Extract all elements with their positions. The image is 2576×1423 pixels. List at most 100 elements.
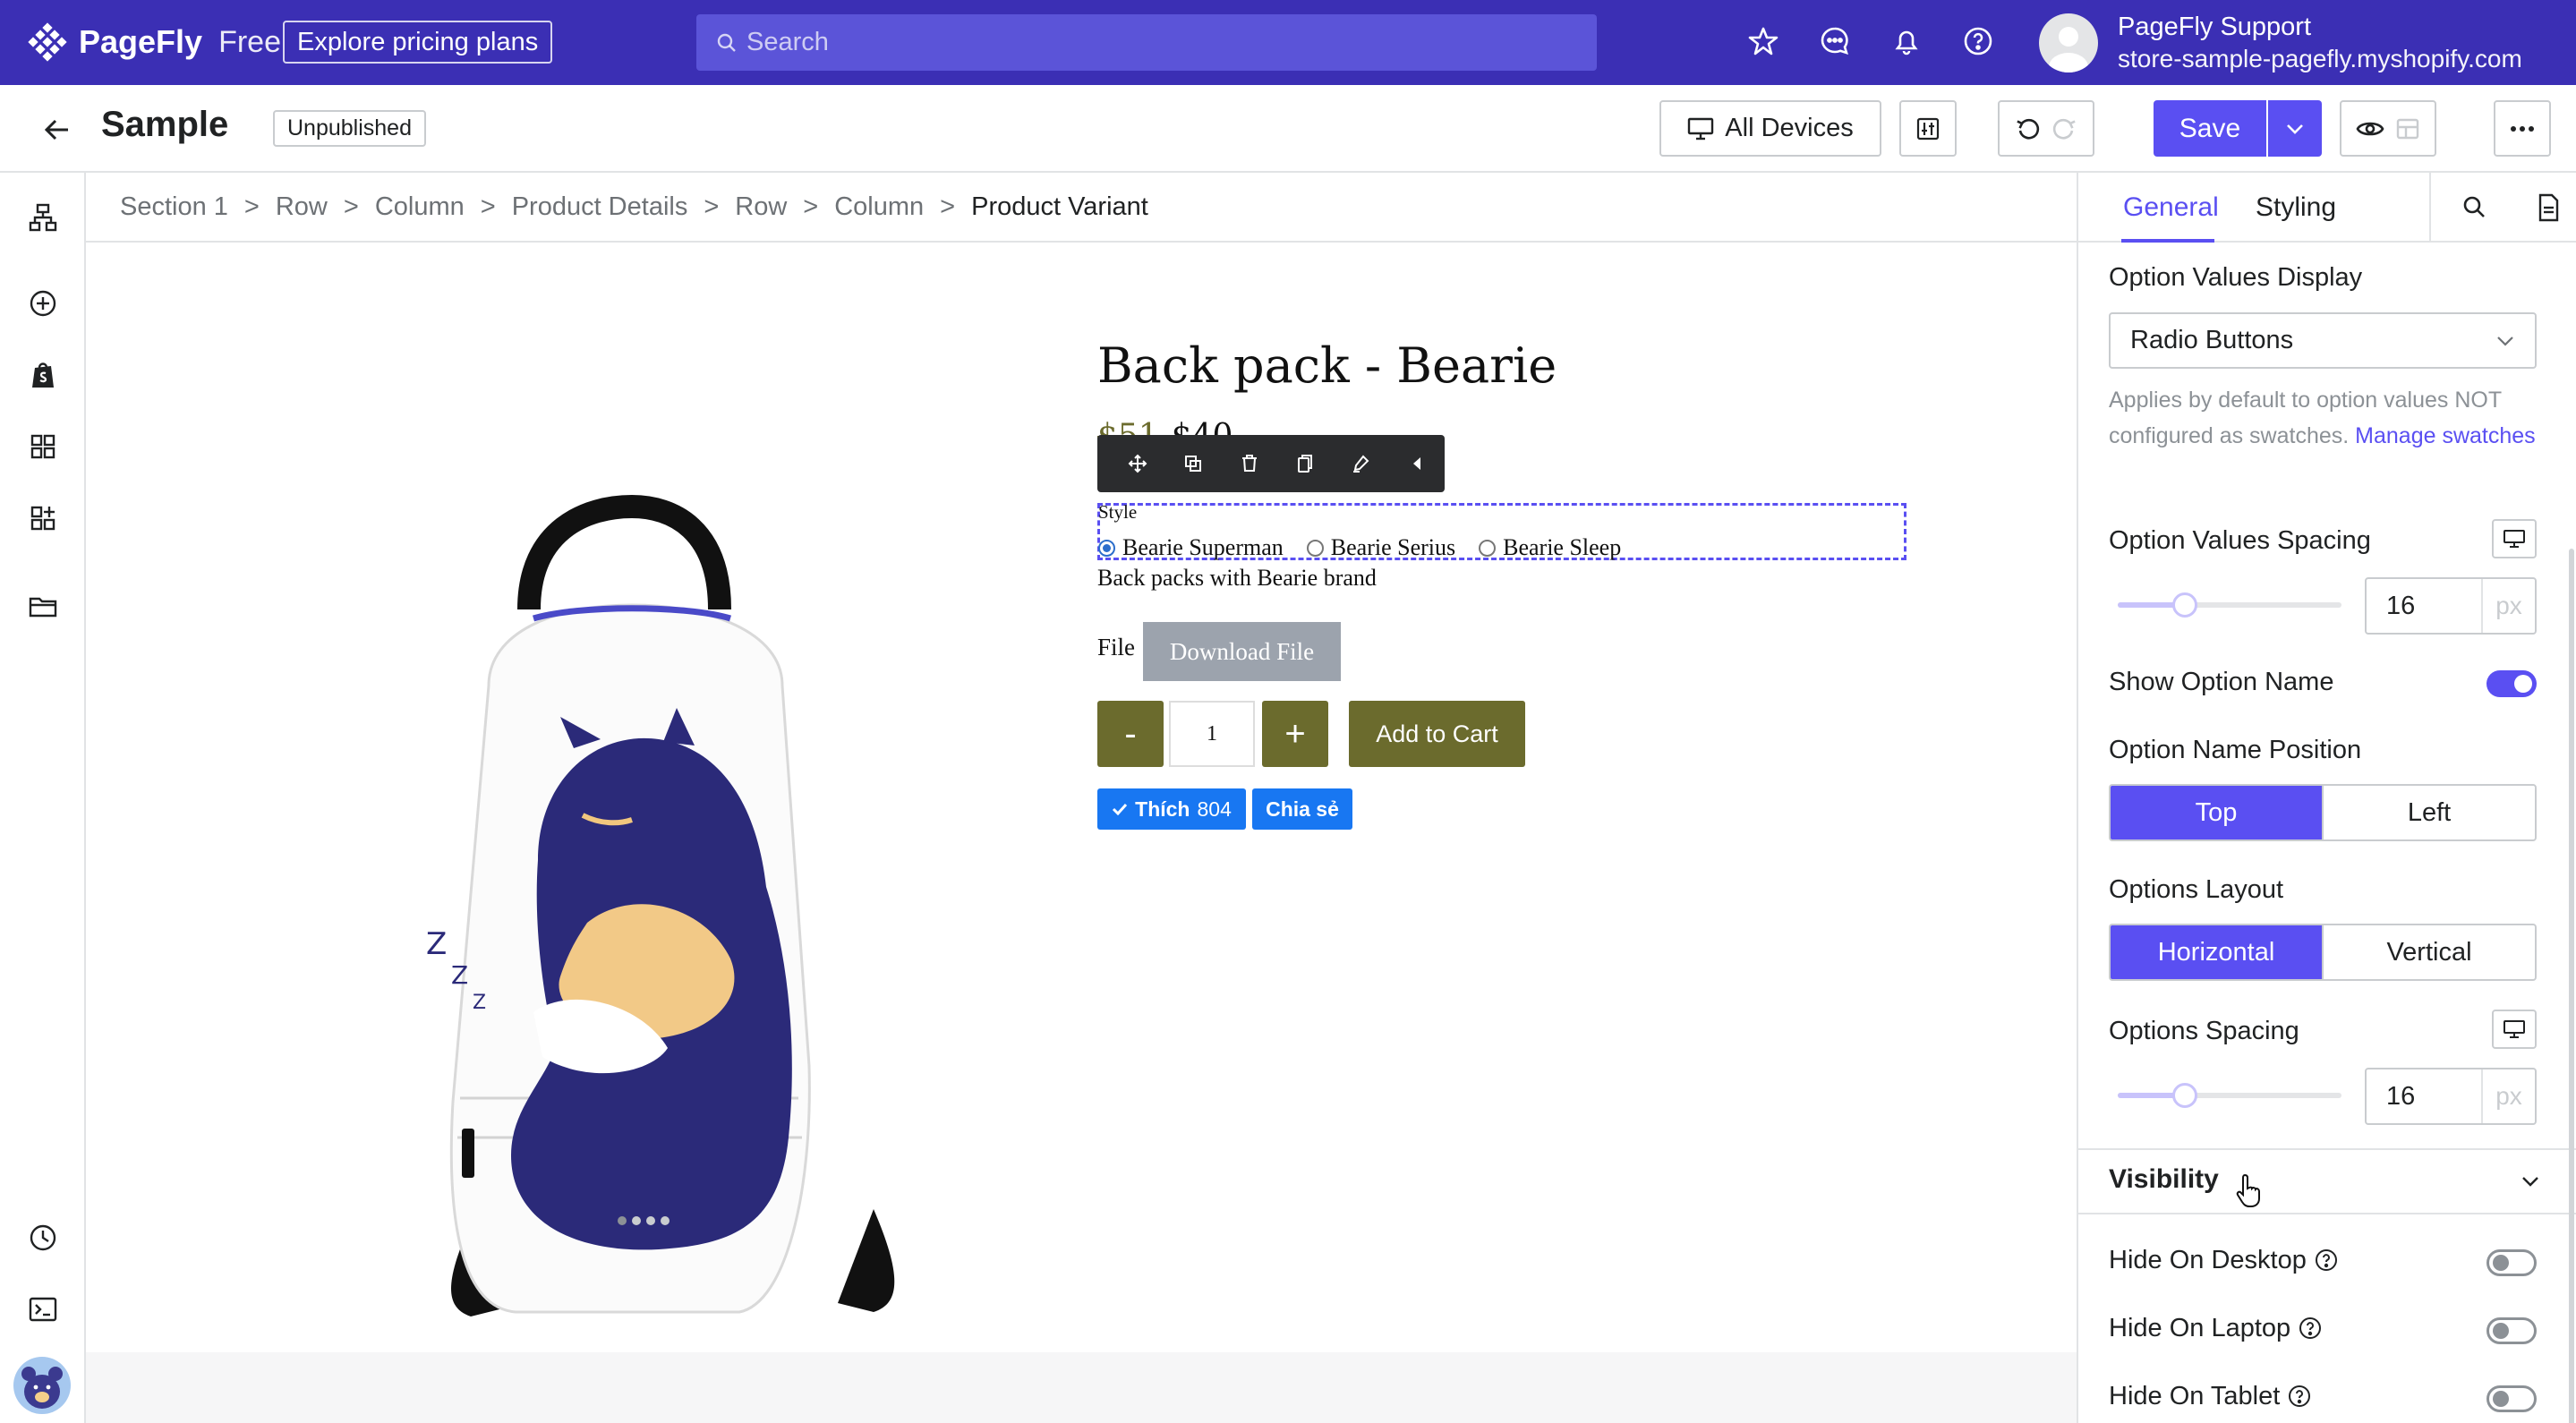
star-icon[interactable] (1745, 23, 1781, 59)
responsive-device-toggle[interactable] (2492, 1010, 2537, 1049)
help-icon[interactable] (2287, 1384, 2312, 1409)
facebook-share-button[interactable]: Chia sẻ (1252, 788, 1352, 830)
variant-radio[interactable]: Bearie Sleep (1479, 534, 1621, 561)
file-label: File (1097, 634, 1136, 660)
tab-general[interactable]: General (2123, 192, 2219, 223)
svg-text:Z: Z (473, 992, 486, 1014)
duplicate-icon[interactable] (1165, 435, 1221, 492)
unit-label: px (2481, 579, 2535, 633)
options-spacing-slider[interactable] (2118, 1083, 2341, 1108)
save-options-button[interactable] (2268, 100, 2322, 157)
layout-vertical-option[interactable]: Vertical (2322, 925, 2535, 979)
product-image[interactable]: Z Z Z (363, 422, 972, 1352)
product-title[interactable]: Back pack - Bearie (1097, 337, 1557, 394)
history-icon[interactable] (27, 1222, 59, 1254)
visibility-section-header[interactable]: Visibility (2109, 1164, 2219, 1195)
panel-scrollbar[interactable] (2569, 549, 2574, 1423)
templates-grid-icon[interactable] (27, 430, 59, 463)
eye-icon[interactable] (2356, 118, 2384, 140)
device-selector[interactable]: All Devices (1659, 100, 1881, 157)
bell-icon[interactable] (1889, 23, 1924, 59)
breadcrumb-item[interactable]: Row (270, 192, 333, 222)
breadcrumb-item[interactable]: Product Details (507, 192, 694, 222)
breadcrumb: Section 1 > Row > Column > Product Details >… (86, 173, 2077, 243)
position-top-option[interactable]: Top (2111, 786, 2322, 839)
breadcrumb-item[interactable]: Column (829, 192, 929, 222)
bear-avatar[interactable] (13, 1356, 72, 1415)
breadcrumb-separator: > (343, 192, 359, 221)
facebook-like-button[interactable]: Thích 804 (1097, 788, 1246, 830)
svg-text:Z: Z (426, 926, 447, 962)
svg-text:Z: Z (451, 960, 468, 990)
options-layout-segmented: Horizontal Vertical (2109, 924, 2537, 981)
product-description[interactable]: Back packs with Bearie brand (1097, 565, 1377, 592)
show-option-name-label: Show Option Name (2109, 668, 2334, 696)
more-options-button[interactable] (2494, 100, 2551, 157)
hide-on-desktop-toggle[interactable] (2486, 1249, 2537, 1276)
variant-radio[interactable]: Bearie Superman (1098, 534, 1284, 561)
publish-icon[interactable] (2395, 116, 2420, 141)
redo-icon[interactable] (2051, 115, 2078, 142)
position-left-option[interactable]: Left (2322, 786, 2535, 839)
slider-handle[interactable] (2172, 1083, 2197, 1108)
add-to-cart-button[interactable]: Add to Cart (1349, 701, 1525, 767)
user-avatar (2039, 13, 2098, 72)
quantity-decrease-button[interactable]: - (1097, 701, 1164, 767)
search-icon[interactable] (2458, 191, 2492, 225)
back-arrow-icon[interactable] (39, 112, 75, 148)
editor-canvas[interactable]: Z Z Z Back pack - Bearie $51$40 Style Be… (86, 243, 2077, 1423)
style-brush-icon[interactable] (1333, 435, 1388, 492)
status-badge: Unpublished (273, 110, 426, 147)
variant-radio[interactable]: Bearie Serius (1306, 534, 1455, 561)
breadcrumb-item[interactable]: Row (729, 192, 792, 222)
show-option-name-toggle[interactable] (2486, 670, 2537, 697)
help-icon[interactable] (2298, 1316, 2323, 1341)
copy-icon[interactable] (1277, 435, 1333, 492)
option-values-spacing-slider[interactable] (2118, 592, 2341, 618)
option-values-display-select[interactable]: Radio Buttons (2109, 312, 2537, 369)
option-values-spacing-input[interactable]: 16 px (2365, 577, 2537, 635)
responsive-device-toggle[interactable] (2492, 519, 2537, 558)
help-icon[interactable] (1960, 23, 1996, 59)
help-icon[interactable] (2314, 1248, 2339, 1273)
page-settings-button[interactable] (1899, 100, 1957, 157)
shopify-icon[interactable] (27, 359, 59, 391)
chevron-down-icon (2287, 124, 2303, 134)
hide-on-laptop-toggle[interactable] (2486, 1317, 2537, 1344)
delete-icon[interactable] (1222, 435, 1277, 492)
folder-icon[interactable] (27, 590, 59, 622)
variant-label: Bearie Sleep (1503, 534, 1622, 560)
collapse-left-icon[interactable] (1389, 435, 1445, 492)
quantity-increase-button[interactable]: + (1262, 701, 1328, 767)
chevron-down-icon[interactable] (2517, 1168, 2544, 1195)
explore-pricing-button[interactable]: Explore pricing plans (283, 21, 553, 64)
manage-swatches-link[interactable]: Manage swatches (2355, 423, 2536, 448)
user-menu[interactable]: PageFly Support store-sample-pagefly.mys… (2039, 11, 2522, 74)
breadcrumb-separator: > (803, 192, 819, 221)
layers-tree-icon[interactable] (27, 201, 59, 234)
sections-icon[interactable] (27, 502, 59, 534)
breadcrumb-item[interactable]: Section 1 (115, 192, 234, 222)
hide-on-tablet-toggle[interactable] (2486, 1385, 2537, 1412)
page-icon[interactable] (2531, 191, 2565, 225)
pagefly-logo[interactable]: PageFly Free (27, 21, 281, 63)
move-icon[interactable] (1110, 435, 1165, 492)
quantity-input[interactable]: 1 (1169, 701, 1255, 767)
element-toolbar (1097, 435, 1445, 492)
options-spacing-input[interactable]: 16 px (2365, 1068, 2537, 1125)
save-button[interactable]: Save (2154, 100, 2266, 157)
breadcrumb-item[interactable]: Column (370, 192, 470, 222)
chevron-down-icon (2497, 336, 2513, 346)
layout-horizontal-option[interactable]: Horizontal (2111, 925, 2322, 979)
slider-handle[interactable] (2172, 592, 2197, 618)
undo-icon[interactable] (2014, 115, 2041, 142)
download-file-button[interactable]: Download File (1143, 622, 1341, 681)
terminal-icon[interactable] (27, 1293, 59, 1325)
tab-styling[interactable]: Styling (2256, 192, 2336, 223)
image-carousel-dots[interactable] (618, 1216, 670, 1225)
breadcrumb-separator: > (243, 192, 260, 221)
chat-icon[interactable] (1817, 23, 1853, 59)
search-input[interactable]: Search (696, 14, 1597, 71)
add-element-icon[interactable] (27, 287, 59, 320)
hand-cursor-icon (2236, 1173, 2260, 1207)
